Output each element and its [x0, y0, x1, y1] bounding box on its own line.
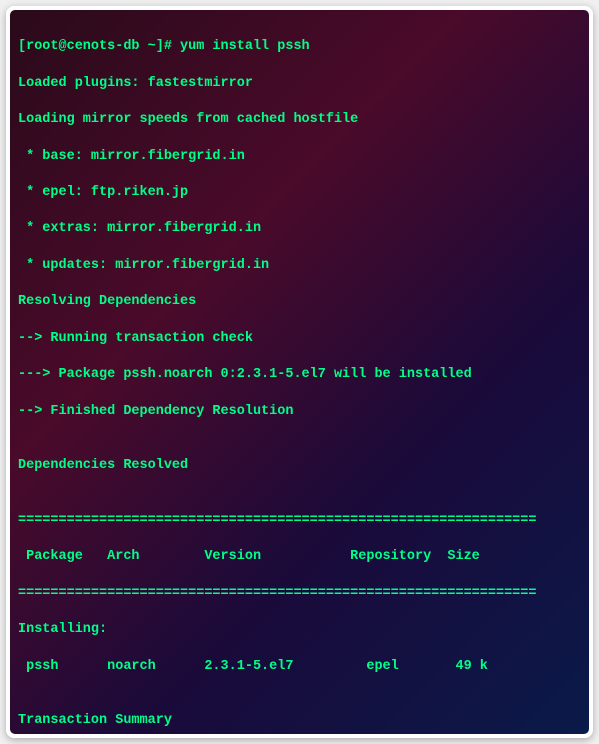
terminal-window: [root@cenots-db ~]# yum install pssh Loa…	[6, 6, 593, 738]
output-line: Dependencies Resolved	[18, 457, 581, 475]
output-line: Installing:	[18, 621, 581, 639]
terminal-output[interactable]: [root@cenots-db ~]# yum install pssh Loa…	[10, 10, 589, 734]
command-text: yum install pssh	[180, 39, 310, 54]
divider-line: ========================================…	[18, 512, 581, 530]
prompt-line: [root@cenots-db ~]# yum install pssh	[18, 38, 581, 56]
output-line: Loaded plugins: fastestmirror	[18, 75, 581, 93]
output-line: --> Finished Dependency Resolution	[18, 403, 581, 421]
output-line: * updates: mirror.fibergrid.in	[18, 257, 581, 275]
output-line: * epel: ftp.riken.jp	[18, 184, 581, 202]
output-line: Transaction Summary	[18, 712, 581, 730]
output-line: --> Running transaction check	[18, 330, 581, 348]
output-line: * base: mirror.fibergrid.in	[18, 148, 581, 166]
divider-line: ========================================…	[18, 585, 581, 603]
output-line: ---> Package pssh.noarch 0:2.3.1-5.el7 w…	[18, 366, 581, 384]
shell-prompt: [root@cenots-db ~]#	[18, 39, 180, 54]
table-row: pssh noarch 2.3.1-5.el7 epel 49 k	[18, 658, 581, 676]
output-line: * extras: mirror.fibergrid.in	[18, 220, 581, 238]
output-line: Resolving Dependencies	[18, 293, 581, 311]
table-header: Package Arch Version Repository Size	[18, 548, 581, 566]
output-line: Loading mirror speeds from cached hostfi…	[18, 111, 581, 129]
